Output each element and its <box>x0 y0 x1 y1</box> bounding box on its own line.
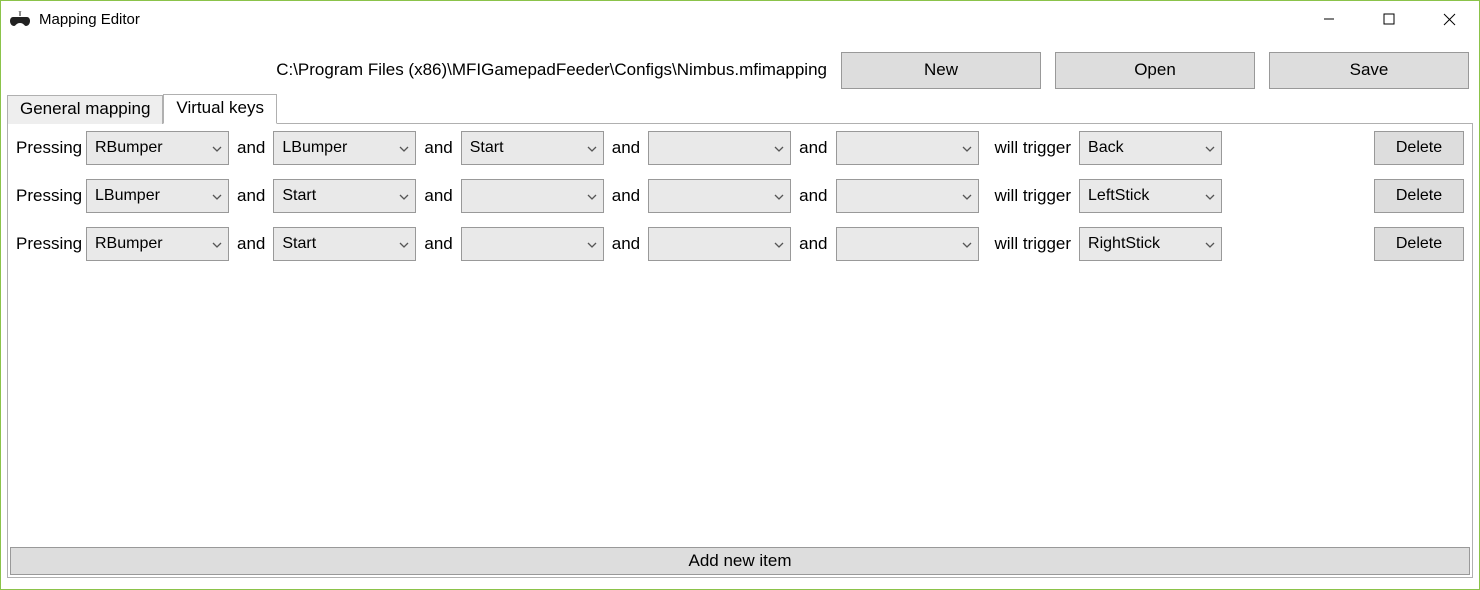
input-select[interactable]: Start <box>461 131 604 165</box>
delete-button[interactable]: Delete <box>1374 131 1464 165</box>
will-trigger-label: will trigger <box>995 138 1072 158</box>
input-select[interactable] <box>648 227 791 261</box>
delete-wrap: Delete <box>1374 131 1464 165</box>
window-controls <box>1299 1 1479 37</box>
chevron-down-icon <box>587 235 597 253</box>
output-select[interactable]: LeftStick <box>1079 179 1222 213</box>
input-select[interactable] <box>461 179 604 213</box>
close-button[interactable] <box>1419 1 1479 37</box>
chevron-down-icon <box>399 139 409 157</box>
pressing-label: Pressing <box>16 138 78 158</box>
select-value: LeftStick <box>1088 187 1149 205</box>
input-select[interactable] <box>648 179 791 213</box>
and-label: and <box>799 138 827 158</box>
maximize-button[interactable] <box>1359 1 1419 37</box>
input-select[interactable]: RBumper <box>86 227 229 261</box>
chevron-down-icon <box>399 187 409 205</box>
content-area: Pressing RBumper and LBumper and Start and and w… <box>7 123 1473 578</box>
input-select[interactable]: LBumper <box>86 179 229 213</box>
open-button[interactable]: Open <box>1055 52 1255 89</box>
chevron-down-icon <box>212 139 222 157</box>
input-select[interactable]: RBumper <box>86 131 229 165</box>
chevron-down-icon <box>774 235 784 253</box>
chevron-down-icon <box>212 235 222 253</box>
input-select[interactable] <box>648 131 791 165</box>
tab-general-mapping[interactable]: General mapping <box>7 95 163 124</box>
add-new-item-button[interactable]: Add new item <box>10 547 1470 575</box>
tab-bar: General mapping Virtual keys <box>1 94 1479 124</box>
select-value: RightStick <box>1088 235 1160 253</box>
select-value: LBumper <box>95 187 160 205</box>
and-label: and <box>237 138 265 158</box>
chevron-down-icon <box>962 139 972 157</box>
chevron-down-icon <box>962 235 972 253</box>
input-select[interactable] <box>461 227 604 261</box>
chevron-down-icon <box>774 187 784 205</box>
delete-button[interactable]: Delete <box>1374 227 1464 261</box>
pressing-label: Pressing <box>16 186 78 206</box>
minimize-button[interactable] <box>1299 1 1359 37</box>
chevron-down-icon <box>587 139 597 157</box>
select-value: Start <box>282 187 316 205</box>
select-value: RBumper <box>95 139 163 157</box>
chevron-down-icon <box>962 187 972 205</box>
input-select[interactable] <box>836 227 979 261</box>
delete-wrap: Delete <box>1374 179 1464 213</box>
new-button[interactable]: New <box>841 52 1041 89</box>
select-value: Back <box>1088 139 1124 157</box>
select-value: LBumper <box>282 139 347 157</box>
select-value: Start <box>282 235 316 253</box>
pressing-label: Pressing <box>16 234 78 254</box>
delete-wrap: Delete <box>1374 227 1464 261</box>
input-select[interactable]: LBumper <box>273 131 416 165</box>
and-label: and <box>237 234 265 254</box>
chevron-down-icon <box>212 187 222 205</box>
and-label: and <box>799 234 827 254</box>
and-label: and <box>612 234 640 254</box>
chevron-down-icon <box>587 187 597 205</box>
and-label: and <box>424 234 452 254</box>
path-label: C:\Program Files (x86)\MFIGamepadFeeder\… <box>276 60 827 80</box>
chevron-down-icon <box>399 235 409 253</box>
row-list: Pressing RBumper and LBumper and Start and and w… <box>8 124 1472 545</box>
chevron-down-icon <box>1205 235 1215 253</box>
window-title: Mapping Editor <box>39 11 140 28</box>
and-label: and <box>612 186 640 206</box>
and-label: and <box>799 186 827 206</box>
will-trigger-label: will trigger <box>995 234 1072 254</box>
output-select[interactable]: RightStick <box>1079 227 1222 261</box>
and-label: and <box>237 186 265 206</box>
mapping-row: Pressing RBumper and LBumper and Start and and w… <box>16 130 1464 166</box>
save-button[interactable]: Save <box>1269 52 1469 89</box>
chevron-down-icon <box>1205 139 1215 157</box>
input-select[interactable]: Start <box>273 227 416 261</box>
select-value: RBumper <box>95 235 163 253</box>
gamepad-icon <box>9 8 31 30</box>
mapping-row: Pressing RBumper and Start and and and will tri… <box>16 226 1464 262</box>
tab-virtual-keys[interactable]: Virtual keys <box>163 94 277 124</box>
select-value: Start <box>470 139 504 157</box>
input-select[interactable] <box>836 131 979 165</box>
toolbar: C:\Program Files (x86)\MFIGamepadFeeder\… <box>1 47 1479 93</box>
input-select[interactable]: Start <box>273 179 416 213</box>
delete-button[interactable]: Delete <box>1374 179 1464 213</box>
will-trigger-label: will trigger <box>995 186 1072 206</box>
output-select[interactable]: Back <box>1079 131 1222 165</box>
and-label: and <box>612 138 640 158</box>
titlebar: Mapping Editor <box>1 1 1479 37</box>
chevron-down-icon <box>1205 187 1215 205</box>
input-select[interactable] <box>836 179 979 213</box>
chevron-down-icon <box>774 139 784 157</box>
mapping-row: Pressing LBumper and Start and and and will tri… <box>16 178 1464 214</box>
and-label: and <box>424 186 452 206</box>
and-label: and <box>424 138 452 158</box>
